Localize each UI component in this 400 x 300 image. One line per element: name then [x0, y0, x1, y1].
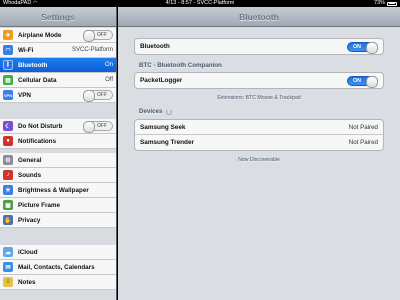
- wifi-icon: ◠: [3, 45, 13, 55]
- settings-item-sounds[interactable]: ♪ Sounds: [0, 168, 116, 183]
- settings-item-notifications[interactable]: ● Notifications: [0, 134, 116, 149]
- battery-icon: [387, 1, 397, 6]
- vpn-icon: VPN: [3, 90, 13, 100]
- notifications-icon: ●: [3, 136, 13, 146]
- device-row[interactable]: Samsung Seek Not Paired: [135, 120, 383, 135]
- device-status: Not Paired: [348, 123, 378, 131]
- hand-icon: ✋: [3, 215, 13, 225]
- brightness-icon: ☀: [3, 185, 13, 195]
- searching-spinner-icon: [166, 108, 173, 115]
- settings-group-general: ⚙ General ♪ Sounds ☀ Brightness & Wallpa…: [0, 153, 116, 228]
- settings-item-vpn[interactable]: VPN VPN OFF: [0, 88, 116, 103]
- settings-nav-title: Settings: [0, 7, 116, 27]
- settings-item-do-not-disturb[interactable]: ☾ Do Not Disturb OFF: [0, 119, 116, 134]
- device-row[interactable]: Samsung Trender Not Paired: [135, 135, 383, 150]
- bluetooth-row: Bluetooth ON: [135, 39, 383, 54]
- settings-item-icloud[interactable]: ☁ iCloud: [0, 245, 116, 260]
- settings-item-notes[interactable]: ≡ Notes: [0, 275, 116, 290]
- settings-group-accounts: ☁ iCloud ✉ Mail, Contacts, Calendars ≡ N…: [0, 245, 116, 290]
- bluetooth-icon: ᛒ: [3, 60, 13, 70]
- settings-item-general[interactable]: ⚙ General: [0, 153, 116, 168]
- notes-icon: ≡: [3, 277, 13, 287]
- gear-icon: ⚙: [3, 155, 13, 165]
- settings-item-brightness-wallpaper[interactable]: ☀ Brightness & Wallpaper: [0, 183, 116, 198]
- cellular-icon: ▤: [3, 75, 13, 85]
- mail-icon: ✉: [3, 262, 13, 272]
- settings-item-wifi[interactable]: ◠ Wi-Fi SVCC-Platform: [0, 43, 116, 58]
- bluetooth-detail-pane: Bluetooth Bluetooth ON BTC - Bluetooth C…: [118, 7, 400, 300]
- settings-group-connectivity: ✈ Airplane Mode OFF ◠ Wi-Fi SVCC-Platfor…: [0, 28, 116, 103]
- cloud-icon: ☁: [3, 247, 13, 257]
- cellular-value: Off: [105, 77, 113, 83]
- do-not-disturb-toggle[interactable]: OFF: [83, 121, 113, 133]
- settings-item-airplane-mode[interactable]: ✈ Airplane Mode OFF: [0, 28, 116, 43]
- bluetooth-toggle-card: Bluetooth ON: [134, 38, 384, 55]
- packetlogger-toggle[interactable]: ON: [347, 75, 378, 88]
- settings-item-mail-contacts-calendars[interactable]: ✉ Mail, Contacts, Calendars: [0, 260, 116, 275]
- bluetooth-value: On: [104, 62, 113, 68]
- settings-group-notifications: ☾ Do Not Disturb OFF ● Notifications: [0, 119, 116, 149]
- devices-section-header: Devices: [139, 108, 173, 115]
- packetlogger-row: PacketLogger ON: [135, 73, 383, 88]
- settings-master-pane: Settings ✈ Airplane Mode OFF ◠ Wi-Fi SVC…: [0, 7, 117, 300]
- settings-item-privacy[interactable]: ✋ Privacy: [0, 213, 116, 228]
- devices-card: Samsung Seek Not Paired Samsung Trender …: [134, 119, 384, 151]
- discoverable-note: Now Discoverable: [238, 157, 280, 163]
- detail-nav-title: Bluetooth: [118, 7, 400, 27]
- battery-percent: 73%: [373, 0, 385, 6]
- moon-icon: ☾: [3, 121, 13, 131]
- airplane-mode-toggle[interactable]: OFF: [83, 30, 113, 42]
- status-time: 4/13 - 8:57 - SVCC-Platform: [165, 0, 235, 6]
- settings-item-bluetooth[interactable]: ᛒ Bluetooth On: [0, 58, 116, 73]
- btc-section-header: BTC - Bluetooth Companion: [139, 62, 222, 69]
- packetlogger-card: PacketLogger ON: [134, 72, 384, 89]
- bluetooth-toggle[interactable]: ON: [347, 41, 378, 54]
- device-status: Not Paired: [348, 139, 378, 146]
- settings-item-cellular-data[interactable]: ▤ Cellular Data Off: [0, 73, 116, 88]
- airplane-icon: ✈: [3, 30, 13, 40]
- speaker-icon: ♪: [3, 170, 13, 180]
- wifi-network-value: SVCC-Platform: [71, 47, 113, 53]
- extensions-note: Extensions: BTC Mouse & Trackpad: [217, 95, 301, 101]
- picture-frame-icon: ▣: [3, 200, 13, 210]
- settings-item-picture-frame[interactable]: ▣ Picture Frame: [0, 198, 116, 213]
- vpn-toggle[interactable]: OFF: [83, 90, 113, 102]
- status-bar: WhodaPAD ◠ 4/13 - 8:57 - SVCC-Platform 7…: [0, 0, 400, 7]
